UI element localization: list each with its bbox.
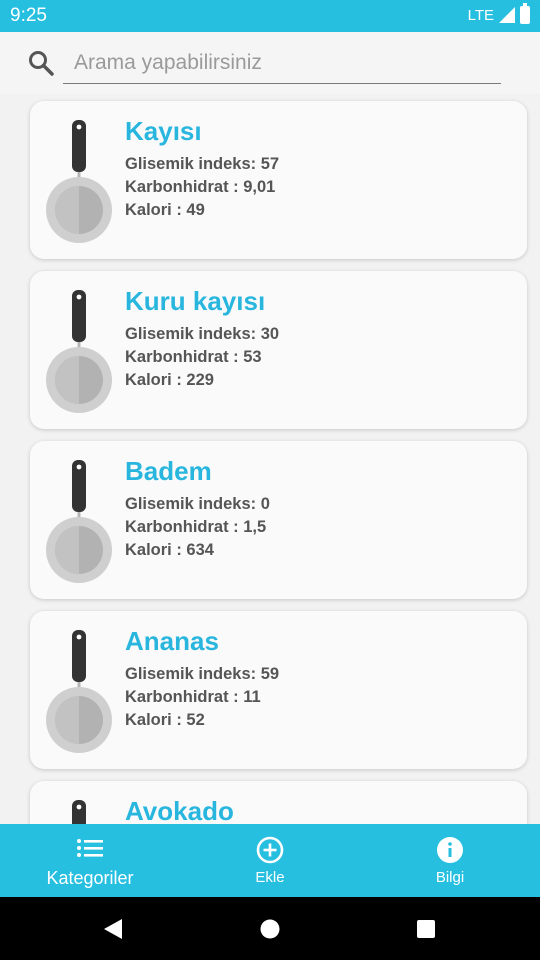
food-name: Ananas (125, 626, 219, 656)
nav-label: Ekle (255, 869, 285, 886)
add-circle-icon (256, 836, 284, 864)
calorie: Kalori : 634 (125, 541, 214, 559)
food-name: Kayısı (125, 116, 202, 146)
nav-bilgi[interactable]: Bilgi (360, 824, 540, 897)
search-input[interactable] (63, 42, 501, 84)
glycemic-index: Glisemik indeks: 59 (125, 665, 280, 683)
food-name: Avokado (125, 796, 234, 824)
glycemic-index: Glisemik indeks: 57 (125, 155, 280, 173)
pan-icon (72, 800, 86, 824)
food-list[interactable]: Kayısı Glisemik indeks: 57 Karbonhidrat … (0, 94, 540, 824)
nav-kategoriler[interactable]: Kategoriler (0, 824, 180, 897)
nav-ekle[interactable]: Ekle (180, 824, 360, 897)
search-icon (29, 51, 54, 76)
food-card[interactable]: Avokado (30, 781, 527, 824)
pan-icon (46, 290, 112, 413)
carbohydrate: Karbonhidrat : 1,5 (125, 518, 267, 536)
food-name: Kuru kayısı (125, 286, 266, 316)
back-icon[interactable] (102, 918, 124, 940)
bottom-navigation: Kategoriler Ekle Bilgi (0, 824, 540, 897)
network-type: LTE (467, 6, 494, 24)
status-time: 9:25 (10, 5, 47, 26)
calorie: Kalori : 229 (125, 371, 214, 389)
food-card[interactable]: Kayısı Glisemik indeks: 57 Karbonhidrat … (30, 101, 527, 259)
recents-icon[interactable] (415, 918, 437, 940)
food-card[interactable]: Badem Glisemik indeks: 0 Karbonhidrat : … (30, 441, 527, 599)
system-navigation-bar (0, 897, 540, 960)
home-icon[interactable] (259, 918, 281, 940)
nav-label: Kategoriler (46, 868, 134, 888)
status-indicators: LTE (467, 3, 530, 24)
signal-icon (499, 7, 515, 23)
info-icon (437, 837, 463, 863)
carbohydrate: Karbonhidrat : 53 (125, 348, 262, 366)
glycemic-index: Glisemik indeks: 0 (125, 495, 270, 513)
carbohydrate: Karbonhidrat : 11 (125, 688, 261, 706)
pan-icon (46, 120, 112, 243)
status-bar: 9:25 LTE (0, 0, 540, 32)
carbohydrate: Karbonhidrat : 9,01 (125, 178, 276, 196)
battery-icon (520, 3, 530, 24)
nav-label: Bilgi (435, 869, 465, 886)
list-icon (77, 839, 103, 857)
pan-icon (46, 460, 112, 583)
calorie: Kalori : 52 (125, 711, 205, 729)
glycemic-index: Glisemik indeks: 30 (125, 325, 280, 343)
calorie: Kalori : 49 (125, 201, 205, 219)
food-card[interactable]: Kuru kayısı Glisemik indeks: 30 Karbonhi… (30, 271, 527, 429)
pan-icon (46, 630, 112, 753)
search-bar (0, 32, 540, 94)
food-name: Badem (125, 456, 212, 486)
food-card[interactable]: Ananas Glisemik indeks: 59 Karbonhidrat … (30, 611, 527, 769)
